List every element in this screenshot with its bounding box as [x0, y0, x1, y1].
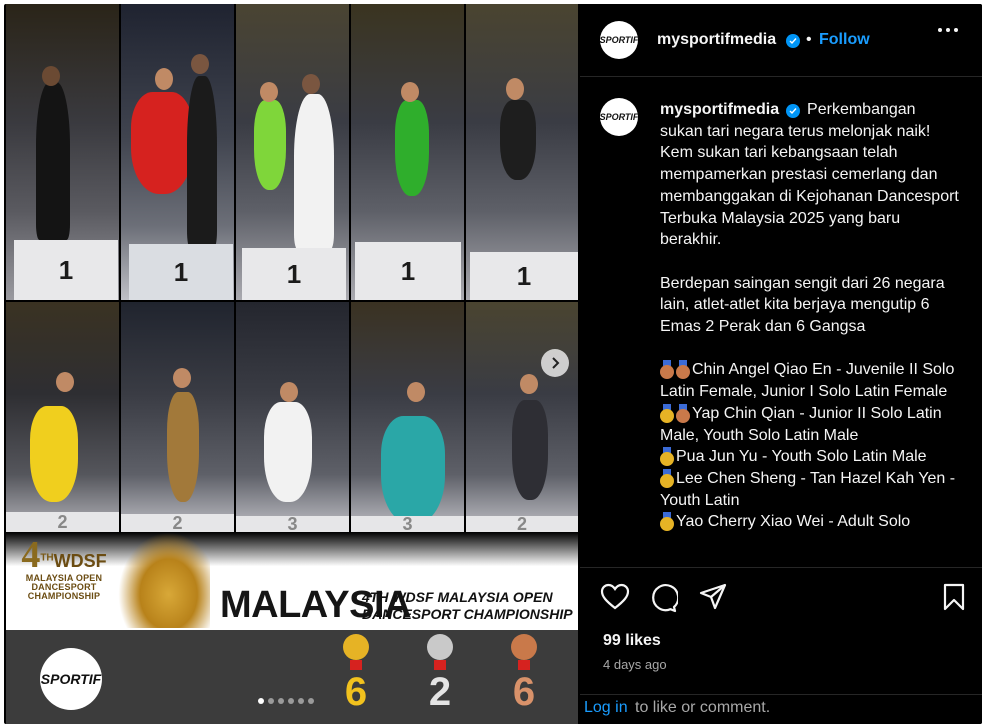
bronze-count: 6: [512, 670, 536, 714]
podium-number: 1: [129, 244, 233, 300]
post-timestamp[interactable]: 4 days ago: [603, 657, 667, 672]
winner-entry: Yap Chin Qian - Junior II Solo Latin Mal…: [660, 403, 960, 446]
podium-number: 1: [355, 242, 461, 300]
photo-tile: 2: [466, 302, 578, 532]
post-caption: mysportifmedia Perkembangan sukan tari n…: [660, 99, 960, 533]
winner-entry: Pua Jun Yu - Youth Solo Latin Male: [660, 446, 960, 468]
save-bookmark-icon[interactable]: [942, 583, 966, 611]
podium-number: 1: [242, 248, 346, 300]
dancing-couple-graphic: [118, 532, 210, 628]
winner-text: Yao Cherry Xiao Wei - Adult Solo: [676, 513, 911, 531]
gold-count: 6: [344, 670, 368, 714]
winner-text: Pua Jun Yu - Youth Solo Latin Male: [676, 448, 927, 466]
share-button-send-icon[interactable]: [698, 582, 728, 612]
caption-text: Berdepan saingan sengit dari 26 negara l…: [660, 274, 945, 336]
podium-number: 3: [351, 514, 464, 532]
verified-badge-icon: [786, 34, 800, 48]
verified-badge-icon: [785, 104, 800, 118]
caption-text: Perkembangan sukan tari negara terus mel…: [660, 101, 959, 249]
photo-tile: 3: [351, 302, 464, 532]
photo-tile: 1: [121, 4, 234, 300]
photo-tile: 1: [6, 4, 119, 300]
banner-subtitle: 4TH WDSF MALAYSIA OPEN DANCESPORT CHAMPI…: [362, 589, 573, 622]
gold-medal-emoji-icon: [660, 447, 674, 467]
post-actions: 99 likes 4 days ago Log in to like or co…: [580, 567, 982, 724]
gold-medal-emoji-icon: [660, 403, 674, 423]
header-username[interactable]: mysportifmedia: [657, 31, 776, 49]
caption-scroll[interactable]: SPORTIF mysportifmedia Perkembangan suka…: [580, 77, 982, 567]
winner-entry: Lee Chen Sheng - Tan Hazel Kah Yen - You…: [660, 468, 960, 511]
bronze-medal-emoji-icon: [676, 403, 690, 423]
caption-username[interactable]: mysportifmedia: [660, 101, 779, 118]
winner-text: Lee Chen Sheng - Tan Hazel Kah Yen - You…: [660, 469, 956, 509]
gold-medal-emoji-icon: [660, 512, 674, 532]
carousel-dot: [288, 698, 294, 704]
avatar[interactable]: SPORTIF: [600, 98, 638, 136]
podium-number: 3: [236, 514, 349, 532]
like-button-heart-icon[interactable]: [600, 583, 630, 611]
more-icon: [938, 28, 942, 32]
photo-tile: 1: [236, 4, 349, 300]
post-side-panel: SPORTIF mysportifmedia • Follow SPORTIF …: [580, 4, 982, 724]
carousel-indicator: [258, 698, 314, 704]
carousel-dot: [298, 698, 304, 704]
silver-count: 2: [428, 670, 452, 714]
carousel-dot: [278, 698, 284, 704]
winner-list: Chin Angel Qiao En - Juvenile II Solo La…: [660, 359, 960, 533]
carousel-next-button[interactable]: [541, 349, 569, 377]
post-modal: 1 1 1 1 1 2 2 3 3 2 4THWDSF MALAYSIA OPE…: [4, 4, 982, 724]
winner-text: Yap Chin Qian - Junior II Solo Latin Mal…: [660, 404, 942, 444]
separator-dot: •: [806, 31, 812, 48]
winner-entry: Yao Cherry Xiao Wei - Adult Solo: [660, 511, 960, 533]
winner-entry: Chin Angel Qiao En - Juvenile II Solo La…: [660, 359, 960, 402]
winner-text: Chin Angel Qiao En - Juvenile II Solo La…: [660, 361, 955, 401]
chevron-right-icon: [552, 357, 560, 369]
podium-number: 1: [470, 252, 578, 300]
login-link[interactable]: Log in: [584, 699, 628, 717]
follow-button[interactable]: Follow: [819, 31, 870, 49]
bronze-medal-icon: [511, 634, 537, 660]
carousel-dot: [268, 698, 274, 704]
silver-medal-icon: [427, 634, 453, 660]
podium-number: 1: [14, 240, 118, 300]
carousel-dot: [258, 698, 264, 704]
bronze-medal-emoji-icon: [660, 360, 674, 380]
photo-tile: 1: [351, 4, 464, 300]
post-header: SPORTIF mysportifmedia • Follow: [580, 4, 982, 77]
login-prompt-text: to like or comment.: [635, 699, 771, 716]
login-prompt: Log in to like or comment.: [580, 694, 982, 724]
gold-medal-emoji-icon: [660, 468, 674, 488]
wdsf-event-logo: 4THWDSF MALAYSIA OPEN DANCESPORT CHAMPIO…: [21, 534, 107, 601]
podium-number: 2: [6, 512, 119, 532]
sportif-logo: SPORTIF: [40, 648, 102, 710]
bronze-medal-emoji-icon: [676, 360, 690, 380]
gold-medal: 6: [336, 634, 376, 722]
gold-medal-icon: [343, 634, 369, 660]
more-options-button[interactable]: [938, 28, 958, 32]
comment-button-icon[interactable]: [648, 583, 678, 613]
podium-number: 2: [466, 514, 578, 532]
photo-tile: 2: [6, 302, 119, 532]
post-media[interactable]: 1 1 1 1 1 2 2 3 3 2 4THWDSF MALAYSIA OPE…: [6, 4, 578, 724]
silver-medal: 2: [420, 634, 460, 722]
photo-tile: 2: [121, 302, 234, 532]
photo-tile: 3: [236, 302, 349, 532]
bronze-medal: 6: [504, 634, 544, 722]
avatar[interactable]: SPORTIF: [600, 21, 638, 59]
podium-number: 2: [121, 513, 234, 532]
photo-tile: 1: [466, 4, 578, 300]
likes-count[interactable]: 99 likes: [603, 632, 661, 650]
medal-tally-bar: SPORTIF 6 2 6: [6, 630, 578, 724]
carousel-dot: [308, 698, 314, 704]
